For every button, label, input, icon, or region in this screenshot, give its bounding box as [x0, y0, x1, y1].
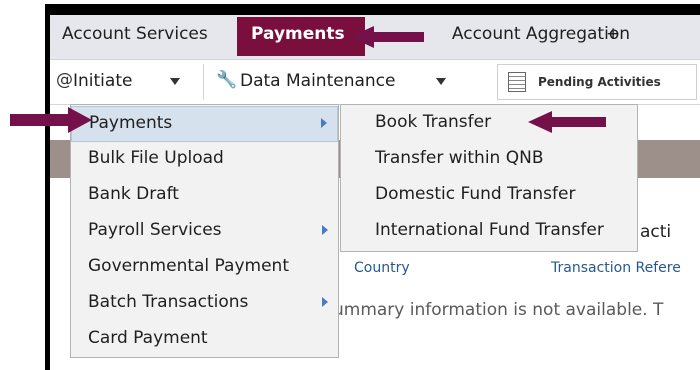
submenu-item-label: Domestic Fund Transfer	[375, 184, 576, 204]
menu-item-label: Bulk File Upload	[88, 148, 224, 168]
menu-item-label: Payroll Services	[88, 220, 222, 240]
submenu-arrow-icon	[321, 118, 327, 128]
submenu-item-label: Transfer within QNB	[375, 148, 544, 168]
menu-item-label: Governmental Payment	[88, 256, 289, 276]
toolbar: @ Initiate 🔧 Data Maintenance Pending Ac…	[50, 60, 700, 105]
pending-activities-label: Pending Activities	[538, 75, 661, 89]
menu-item-bank-draft[interactable]: Bank Draft	[71, 178, 338, 214]
submenu-arrow-icon	[322, 225, 328, 235]
tab-account-services[interactable]: Account Services	[62, 24, 208, 44]
submenu-item-domestic-fund-transfer[interactable]: Domestic Fund Transfer	[341, 178, 637, 214]
initiate-dropdown[interactable]: @ Initiate	[56, 60, 196, 104]
menu-item-payments[interactable]: Payments	[71, 106, 338, 142]
data-maintenance-label: Data Maintenance	[240, 71, 396, 91]
add-tab-button[interactable]: +	[606, 24, 620, 44]
submenu-arrow-icon	[322, 297, 328, 307]
initiate-label: Initiate	[73, 71, 133, 91]
menu-item-bulk-file-upload[interactable]: Bulk File Upload	[71, 142, 338, 178]
column-header-partial: acti	[640, 222, 672, 242]
column-header-transaction-reference[interactable]: Transaction Refere	[551, 260, 681, 276]
initiate-menu: Payments Bulk File Upload Bank Draft Pay…	[70, 104, 339, 358]
toolbar-divider	[203, 64, 204, 100]
column-header-country[interactable]: Country	[354, 260, 410, 276]
menu-item-governmental-payment[interactable]: Governmental Payment	[71, 250, 338, 286]
chevron-down-icon	[170, 78, 180, 85]
submenu-item-international-fund-transfer[interactable]: International Fund Transfer	[341, 214, 637, 250]
submenu-item-label: International Fund Transfer	[375, 220, 604, 240]
menu-item-card-payment[interactable]: Card Payment	[71, 322, 338, 358]
chevron-down-icon	[436, 78, 446, 85]
submenu-item-label: Book Transfer	[375, 112, 492, 132]
menu-item-label: Batch Transactions	[88, 292, 249, 312]
menu-item-label: Card Payment	[88, 328, 208, 348]
menu-item-payroll-services[interactable]: Payroll Services	[71, 214, 338, 250]
pending-activities-button[interactable]: Pending Activities	[497, 64, 697, 100]
submenu-item-transfer-within-qnb[interactable]: Transfer within QNB	[341, 142, 637, 178]
data-maintenance-dropdown[interactable]: 🔧 Data Maintenance	[214, 60, 454, 104]
menu-item-label: Payments	[89, 113, 173, 133]
initiate-icon: @	[56, 70, 73, 90]
wrench-icon: 🔧	[216, 70, 238, 90]
menu-item-batch-transactions[interactable]: Batch Transactions	[71, 286, 338, 322]
summary-message: ummary information is not available. T	[333, 300, 664, 320]
tab-payments[interactable]: Payments	[237, 17, 365, 56]
pending-activities-icon	[508, 72, 526, 92]
menu-item-label: Bank Draft	[88, 184, 179, 204]
